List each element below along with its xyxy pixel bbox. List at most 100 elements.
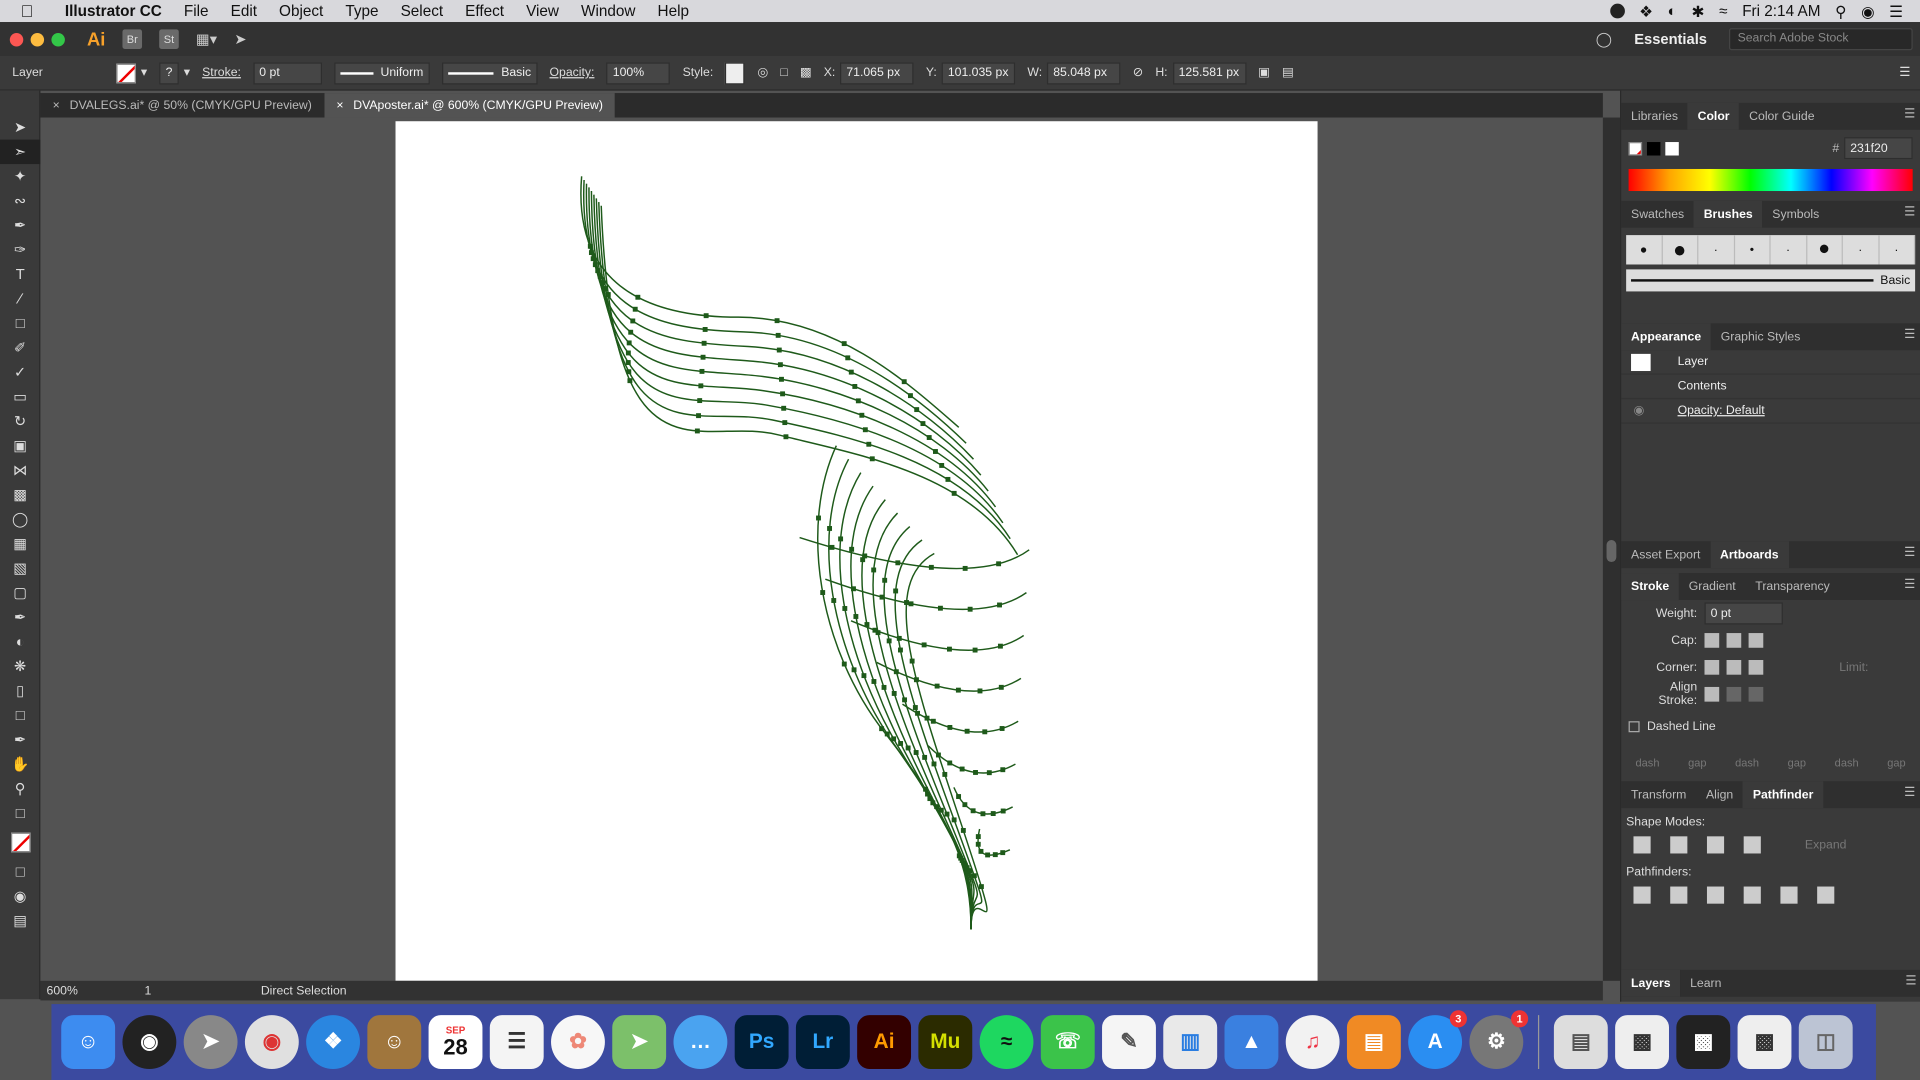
appearance-layer[interactable]: Layer <box>1621 350 1920 375</box>
status-icon[interactable] <box>1609 3 1625 19</box>
anchor-point[interactable] <box>912 705 918 710</box>
anchor-point[interactable] <box>827 526 833 531</box>
anchor-point[interactable] <box>951 490 957 496</box>
anchor-point[interactable] <box>783 434 789 440</box>
numbers-icon[interactable]: ▥ <box>1163 1015 1218 1069</box>
anchor-point[interactable] <box>992 852 998 858</box>
anchor-point[interactable] <box>932 449 938 454</box>
anchor-point[interactable] <box>891 736 897 742</box>
anchor-point[interactable] <box>982 729 988 735</box>
calendar-icon[interactable]: SEP 28 <box>428 1015 483 1069</box>
tab-libraries[interactable]: Libraries <box>1621 103 1688 130</box>
anchor-point[interactable] <box>855 398 861 404</box>
anchor-point[interactable] <box>1000 767 1006 773</box>
anchor-point[interactable] <box>893 669 899 675</box>
brush-small-round-icon[interactable]: ● <box>1626 235 1663 265</box>
line-tool-icon[interactable]: ∕ <box>0 287 40 311</box>
anchor-point[interactable] <box>852 384 858 389</box>
keynote-icon[interactable]: ▲ <box>1224 1015 1279 1069</box>
screenshot-thumbnail[interactable]: ▩ <box>1615 1015 1669 1069</box>
butt-cap-icon[interactable] <box>1704 633 1720 648</box>
close-window-icon[interactable] <box>9 32 24 46</box>
anchor-point[interactable] <box>838 536 844 542</box>
vertical-scrollbar[interactable] <box>1602 117 1621 981</box>
tab-stroke[interactable]: Stroke <box>1621 573 1679 601</box>
anchor-point[interactable] <box>630 318 636 324</box>
tab-symbols[interactable]: Symbols <box>1763 201 1830 228</box>
minus-front-icon[interactable] <box>1670 836 1688 854</box>
zoom-tool-icon[interactable]: ⚲ <box>0 776 40 800</box>
anchor-point[interactable] <box>879 594 885 600</box>
brush-thin-icon[interactable]: · <box>1771 235 1807 265</box>
artboard-number[interactable]: 1 <box>144 984 193 997</box>
bevel-join-icon[interactable] <box>1748 660 1764 675</box>
menu-app-name[interactable]: Illustrator CC <box>54 2 173 19</box>
brush-basic[interactable]: Basic <box>1626 269 1916 292</box>
trash-icon[interactable]: ◫ <box>1798 1015 1853 1069</box>
rectangle-tool-icon[interactable]: □ <box>0 311 40 335</box>
anchor-point[interactable] <box>780 391 786 397</box>
miter-join-icon[interactable] <box>1704 660 1720 675</box>
tab-artboards[interactable]: Artboards <box>1710 541 1789 569</box>
artboard[interactable] <box>395 121 1318 981</box>
maps-icon[interactable]: ➤ <box>612 1015 667 1069</box>
spotify-icon[interactable]: ≈ <box>979 1015 1034 1069</box>
preview-icon[interactable]: ✎ <box>1102 1015 1156 1069</box>
anchor-point[interactable] <box>700 354 706 360</box>
align-inside-icon[interactable] <box>1726 686 1742 702</box>
divide-icon[interactable] <box>1633 886 1651 904</box>
align-outside-icon[interactable] <box>1748 686 1764 702</box>
brush-definition[interactable]: Basic <box>441 61 538 84</box>
anchor-point[interactable] <box>902 697 908 703</box>
anchor-point[interactable] <box>859 412 865 418</box>
color-spectrum[interactable] <box>1628 168 1913 192</box>
reminders-icon[interactable]: ☰ <box>489 1015 544 1069</box>
stroke-label[interactable]: Stroke: <box>202 66 241 79</box>
weight-field[interactable]: 0 pt <box>1704 602 1783 625</box>
anchor-point[interactable] <box>909 658 915 664</box>
panel-menu-icon[interactable]: ☰ <box>1904 786 1915 799</box>
anchor-point[interactable] <box>945 476 951 482</box>
anchor-point[interactable] <box>967 606 973 612</box>
anchor-point[interactable] <box>862 427 868 433</box>
zoom-window-icon[interactable] <box>51 32 65 46</box>
anchor-point[interactable] <box>853 614 859 619</box>
tab-gradient[interactable]: Gradient <box>1679 573 1746 600</box>
anchor-point[interactable] <box>905 745 911 751</box>
anchor-point[interactable] <box>955 687 961 693</box>
color-mode-icon[interactable]: □ <box>0 860 40 884</box>
anchor-point[interactable] <box>896 635 902 641</box>
paintbrush-tool-icon[interactable]: ✐ <box>0 336 40 360</box>
anchor-point[interactable] <box>938 807 944 813</box>
dropbox-icon[interactable]: ❖ <box>1639 2 1653 20</box>
anchor-point[interactable] <box>975 841 981 847</box>
download-thumbnail[interactable]: ▩ <box>1737 1015 1792 1069</box>
anchor-point[interactable] <box>978 848 984 854</box>
anchor-point[interactable] <box>964 728 970 734</box>
anchor-point[interactable] <box>777 362 783 368</box>
anchor-point[interactable] <box>908 601 914 607</box>
menu-help[interactable]: Help <box>646 2 700 19</box>
align-to-icon[interactable]: □ <box>780 66 787 79</box>
wireframe-path[interactable] <box>817 445 972 930</box>
lightroom-icon[interactable]: Lr <box>795 1015 850 1069</box>
tab-asset-export[interactable]: Asset Export <box>1621 541 1710 568</box>
opacity-field[interactable]: 100% <box>606 61 671 84</box>
menu-view[interactable]: View <box>515 2 570 19</box>
crop-icon[interactable] <box>1743 886 1761 904</box>
tab-align[interactable]: Align <box>1696 781 1743 808</box>
panel-menu-icon[interactable]: ☰ <box>1899 66 1910 79</box>
wireframe-path[interactable] <box>593 194 997 508</box>
projecting-cap-icon[interactable] <box>1748 633 1764 648</box>
adobe-stock-search[interactable]: Search Adobe Stock <box>1728 28 1913 51</box>
scale-tool-icon[interactable]: ▣ <box>0 433 40 457</box>
gpu-performance-icon[interactable]: ➤ <box>234 31 246 48</box>
anchor-point[interactable] <box>893 588 899 594</box>
anchor-point[interactable] <box>942 771 948 777</box>
anchor-point[interactable] <box>635 294 641 300</box>
anchor-point[interactable] <box>627 378 633 384</box>
anchor-point[interactable] <box>947 724 953 730</box>
anchor-point[interactable] <box>897 647 903 653</box>
anchor-point[interactable] <box>861 673 867 679</box>
intersect-icon[interactable] <box>1706 836 1725 854</box>
